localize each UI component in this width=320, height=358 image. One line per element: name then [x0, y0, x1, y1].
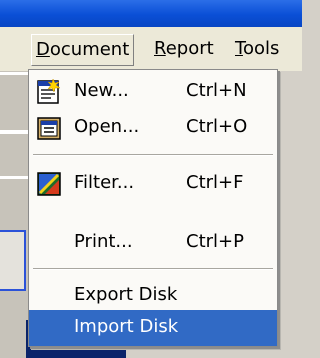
menu-item-print-shortcut: Ctrl+P: [186, 231, 244, 252]
window-title-bar[interactable]: [0, 0, 302, 27]
menu-item-filter-shortcut: Ctrl+F: [186, 172, 244, 193]
menu-item-new[interactable]: New... Ctrl+N: [29, 74, 277, 110]
background-divider: [0, 72, 29, 75]
menu-item-import-disk-label: Import Disk: [74, 316, 179, 337]
menu-report[interactable]: Report: [154, 34, 214, 64]
menu-item-filter[interactable]: Filter... Ctrl+F: [29, 166, 277, 202]
menu-item-import-disk[interactable]: Import Disk: [29, 310, 277, 346]
menu-item-export-disk[interactable]: Export Disk: [29, 278, 277, 314]
background-divider: [0, 130, 29, 134]
background-focused-control: [0, 230, 26, 291]
menu-item-export-disk-label: Export Disk: [74, 284, 178, 305]
menu-item-open-shortcut: Ctrl+O: [186, 116, 248, 137]
background-window-panel: [0, 71, 29, 358]
menu-bar: Document Report Tools: [0, 27, 302, 71]
menu-document[interactable]: Document: [31, 34, 135, 66]
new-document-icon: [36, 78, 62, 105]
menu-tools-accel: T: [235, 38, 243, 59]
menu-separator: [33, 268, 273, 270]
menu-item-open[interactable]: Open... Ctrl+O: [29, 110, 277, 146]
document-menu-dropdown: New... Ctrl+N Open... Ctrl+O Filter... C…: [28, 69, 278, 347]
menu-tools[interactable]: Tools: [235, 34, 279, 64]
menu-document-rest: ocument: [49, 39, 130, 60]
menu-item-new-label: New...: [74, 80, 129, 101]
menu-item-print-label: Print...: [74, 231, 133, 252]
menu-document-accel: D: [36, 39, 50, 60]
menu-item-open-label: Open...: [74, 116, 140, 137]
menu-report-rest: eport: [165, 38, 214, 59]
open-document-icon: [36, 115, 62, 141]
menu-item-print[interactable]: Print... Ctrl+P: [29, 225, 277, 261]
menu-item-filter-label: Filter...: [74, 172, 135, 193]
menu-item-new-shortcut: Ctrl+N: [186, 80, 247, 101]
filter-icon: [36, 171, 62, 197]
menu-report-accel: R: [154, 38, 166, 59]
background-divider: [0, 176, 29, 179]
menu-separator: [33, 154, 273, 156]
menu-tools-rest: ools: [242, 38, 280, 59]
